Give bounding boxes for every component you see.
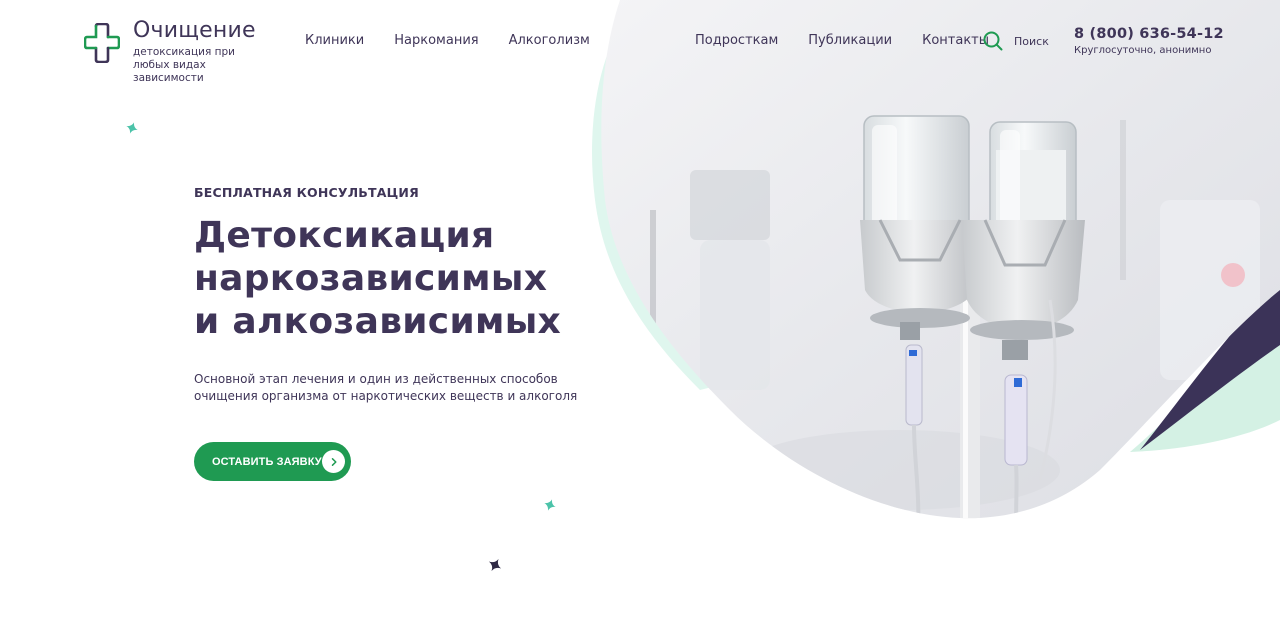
- phone-number[interactable]: 8 (800) 636-54-12: [1074, 26, 1224, 42]
- nav-link-publications[interactable]: Публикации: [808, 33, 892, 48]
- sparkle-icon: [544, 499, 556, 511]
- hero-headline-line: и алкозависимых: [194, 301, 562, 342]
- phone-note: Круглосуточно, анонимно: [1074, 45, 1212, 56]
- hero-visual: [0, 0, 1280, 631]
- cta-label: ОСТАВИТЬ ЗАЯВКУ: [212, 455, 322, 468]
- mint-shape-right: [1130, 300, 1280, 452]
- hero-eyebrow: БЕСПЛАТНАЯ КОНСУЛЬТАЦИЯ: [194, 185, 419, 200]
- phone-block: 8 (800) 636-54-12 Круглосуточно, анонимн…: [1074, 26, 1224, 56]
- logo-name: Очищение: [133, 18, 256, 43]
- main-nav-left: Клиники Наркомания Алкоголизм: [305, 33, 590, 48]
- logo-text: Очищение детоксикация при любых видах за…: [133, 20, 268, 85]
- main-nav-right: Подросткам Публикации Контакты: [695, 33, 989, 48]
- logo-tagline: детоксикация при любых видах зависимости: [133, 46, 235, 84]
- search-label: Поиск: [1014, 34, 1049, 48]
- hero-image: [592, 0, 1280, 519]
- chevron-right-icon: [322, 450, 345, 473]
- dark-corner-top: [1236, 0, 1280, 28]
- leave-request-button[interactable]: ОСТАВИТЬ ЗАЯВКУ: [194, 442, 351, 481]
- nav-link-contacts[interactable]: Контакты: [922, 33, 989, 48]
- mint-shape-left: [592, 0, 740, 390]
- search-icon: [983, 31, 1003, 51]
- dark-shape-right: [1140, 280, 1280, 450]
- search-button[interactable]: Поиск: [983, 31, 1049, 51]
- sparkle-icon: [126, 122, 138, 134]
- sparkle-icon: [488, 558, 502, 572]
- nav-link-drug-addiction[interactable]: Наркомания: [394, 33, 478, 48]
- hero-lead-line: очищения организма от наркотических веще…: [194, 388, 578, 403]
- hero-headline-line: Детоксикация: [194, 215, 495, 256]
- nav-link-alcoholism[interactable]: Алкоголизм: [509, 33, 590, 48]
- cross-logo-icon: [84, 23, 120, 63]
- hero-headline: Детоксикация наркозависимых и алкозависи…: [194, 214, 574, 343]
- hero-lead: Основной этап лечения и один из действен…: [194, 371, 578, 404]
- hero-lead-line: Основной этап лечения и один из действен…: [194, 372, 558, 386]
- hero-headline-line: наркозависимых: [194, 258, 548, 299]
- nav-link-clinics[interactable]: Клиники: [305, 33, 364, 48]
- nav-link-teenagers[interactable]: Подросткам: [695, 33, 778, 48]
- logo[interactable]: Очищение детоксикация при любых видах за…: [84, 20, 268, 85]
